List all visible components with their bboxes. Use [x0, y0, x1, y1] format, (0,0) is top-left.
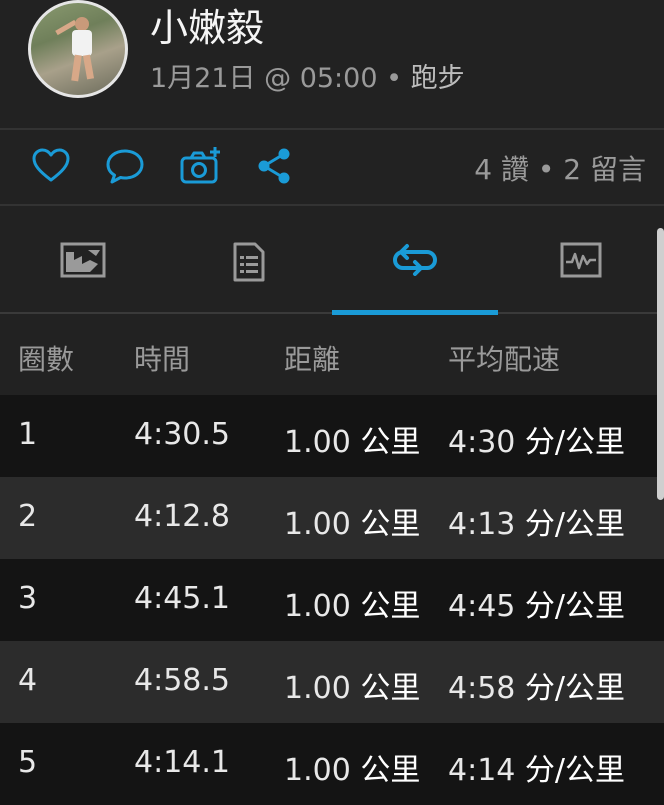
lap-pace: 4:45 分/公里 — [448, 581, 625, 625]
distance-unit: 公里 — [360, 589, 421, 624]
avatar[interactable] — [28, 0, 128, 98]
comments-count: 2 留言 — [563, 153, 646, 186]
lap-distance: 1.00 公里 — [284, 663, 420, 707]
pace-value: 4:13 — [448, 507, 516, 542]
separator-dot: • — [386, 63, 403, 94]
lap-time: 4:58.5 — [134, 663, 230, 698]
table-row[interactable]: 2 4:12.8 1.00 公里 4:13 分/公里 — [0, 477, 664, 559]
header-lap: 圈數 — [18, 343, 75, 376]
lap-number: 3 — [18, 581, 38, 616]
lap-time: 4:12.8 — [134, 499, 230, 534]
pace-value: 4:45 — [448, 589, 516, 624]
distance-value: 1.00 — [284, 671, 351, 706]
table-row[interactable]: 4 4:58.5 1.00 公里 4:58 分/公里 — [0, 641, 664, 723]
lap-time: 4:14.1 — [134, 745, 230, 780]
distance-unit: 公里 — [360, 507, 421, 542]
lap-pace: 4:14 分/公里 — [448, 745, 625, 789]
header-distance: 距離 — [284, 343, 341, 376]
distance-value: 1.00 — [284, 425, 351, 460]
tab-charts[interactable] — [498, 206, 664, 314]
pace-value: 4:58 — [448, 671, 516, 706]
activity-sport: 跑步 — [410, 63, 465, 94]
activity-subtitle: 1月21日 @ 05:00 • 跑步 — [150, 62, 465, 96]
engagement-counts[interactable]: 4 讚 • 2 留言 — [474, 148, 646, 188]
lap-time: 4:30.5 — [134, 417, 230, 452]
distance-value: 1.00 — [284, 589, 351, 624]
tab-bar — [0, 206, 664, 314]
pace-unit: 分/公里 — [524, 671, 626, 706]
table-row[interactable]: 3 4:45.1 1.00 公里 4:45 分/公里 — [0, 559, 664, 641]
lap-time: 4:45.1 — [134, 581, 230, 616]
share-icon[interactable] — [256, 146, 296, 186]
laps-repeat-icon — [393, 244, 437, 276]
lap-pace: 4:58 分/公里 — [448, 663, 625, 707]
table-row[interactable]: 5 4:14.1 1.00 公里 4:14 分/公里 — [0, 723, 664, 805]
activity-header: 小嫩毅 1月21日 @ 05:00 • 跑步 — [0, 0, 664, 128]
tab-map[interactable] — [0, 206, 166, 314]
distance-value: 1.00 — [284, 753, 351, 788]
heart-icon[interactable] — [31, 146, 71, 186]
table-row[interactable]: 1 4:30.5 1.00 公里 4:30 分/公里 — [0, 395, 664, 477]
avatar-photo-leg — [82, 54, 95, 80]
map-icon — [60, 242, 106, 278]
pace-unit: 分/公里 — [524, 507, 626, 542]
scrollbar[interactable] — [657, 228, 664, 500]
lap-pace: 4:13 分/公里 — [448, 499, 625, 543]
lap-number: 5 — [18, 745, 38, 780]
tab-details[interactable] — [166, 206, 332, 314]
lap-number: 1 — [18, 417, 38, 452]
distance-unit: 公里 — [360, 671, 421, 706]
pace-unit: 分/公里 — [524, 425, 626, 460]
avatar-photo-body — [72, 30, 92, 56]
activity-date-time: 1月21日 @ 05:00 — [150, 63, 378, 94]
lap-distance: 1.00 公里 — [284, 745, 420, 789]
avatar-photo-leg — [71, 54, 82, 82]
tab-laps[interactable] — [332, 206, 498, 314]
user-name[interactable]: 小嫩毅 — [150, 6, 264, 50]
lap-distance: 1.00 公里 — [284, 581, 420, 625]
distance-unit: 公里 — [360, 753, 421, 788]
action-bar: 4 讚 • 2 留言 — [0, 130, 664, 204]
header-avg-pace: 平均配速 — [448, 343, 561, 376]
distance-value: 1.00 — [284, 507, 351, 542]
active-tab-indicator — [332, 310, 498, 315]
likes-count: 4 讚 — [474, 153, 529, 186]
lap-number: 2 — [18, 499, 38, 534]
header-time: 時間 — [134, 343, 191, 376]
pace-value: 4:14 — [448, 753, 516, 788]
separator-dot: • — [537, 153, 555, 186]
laps-table-header: 圈數 時間 距離 平均配速 — [0, 316, 664, 394]
comment-icon[interactable] — [105, 146, 145, 186]
lap-distance: 1.00 公里 — [284, 417, 420, 461]
lap-number: 4 — [18, 663, 38, 698]
chart-icon — [560, 242, 602, 278]
pace-unit: 分/公里 — [524, 753, 626, 788]
distance-unit: 公里 — [360, 425, 421, 460]
camera-add-icon[interactable] — [180, 146, 220, 186]
lap-distance: 1.00 公里 — [284, 499, 420, 543]
avatar-photo-head — [75, 17, 89, 31]
pace-value: 4:30 — [448, 425, 516, 460]
pace-unit: 分/公里 — [524, 589, 626, 624]
document-list-icon — [233, 242, 265, 282]
lap-pace: 4:30 分/公里 — [448, 417, 625, 461]
